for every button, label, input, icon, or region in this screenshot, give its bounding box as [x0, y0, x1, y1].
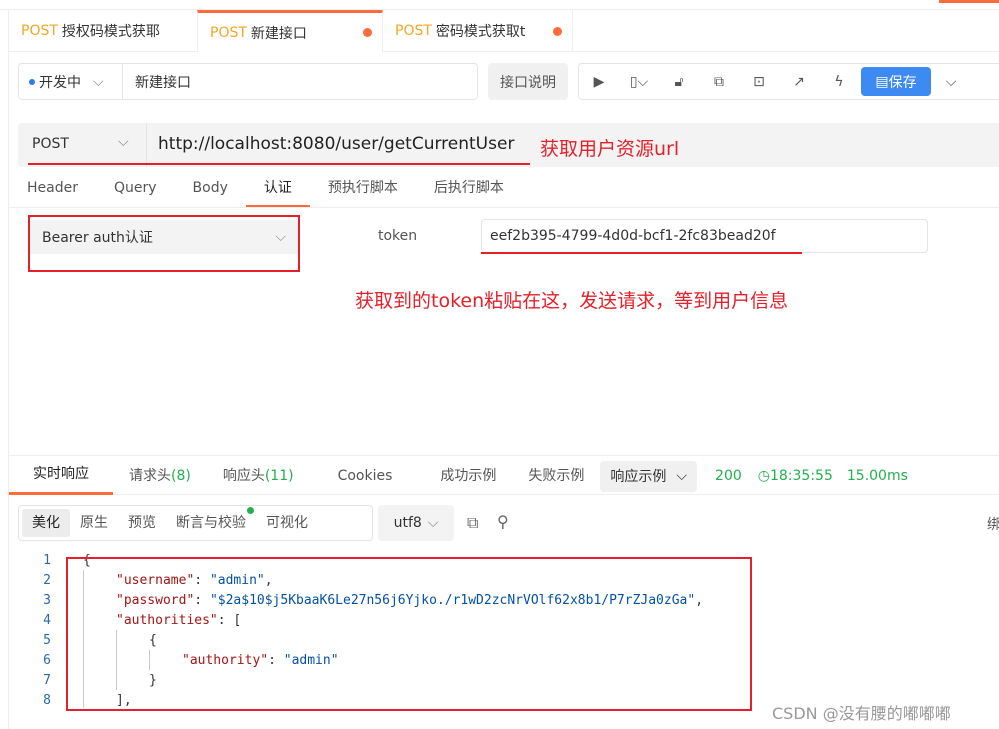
tab-title: 密码模式获取t [435, 24, 526, 40]
save-label: 保存 [888, 74, 917, 91]
chevron-down-icon[interactable]: ⌵ [931, 74, 971, 90]
chevron-down-icon: ⌵ [118, 134, 129, 150]
format-label: 断言与校验 [176, 515, 246, 531]
status-label: 开发中 [39, 74, 81, 91]
format-preview[interactable]: 预览 [118, 509, 166, 537]
line-number: 4 [43, 613, 51, 628]
tab-request-headers[interactable]: 请求头(8) [113, 459, 207, 494]
tab-method: POST [395, 23, 432, 39]
unsaved-dot-icon [363, 28, 372, 37]
api-doc-button[interactable]: 接口说明 [488, 63, 568, 100]
token-annotation: 获取到的token粘贴在这，发送请求，等到用户信息 [355, 290, 789, 312]
count-badge: (11) [264, 467, 294, 484]
save-icon: ▤ [875, 73, 889, 90]
toolbar: ▶ ▯⌵ 🔓︎ ⧉ ⊡ ↗ ϟ ▤ 保存 ⌵ [578, 63, 999, 100]
example-select[interactable]: 响应示例 ⌵ [600, 460, 698, 492]
status-dot-icon [247, 507, 254, 514]
format-assertions[interactable]: 断言与校验 [166, 507, 256, 537]
format-bar: 美化 原生 预览 断言与校验 可视化 [18, 505, 373, 541]
tab-new-api[interactable]: POST 新建接口 [197, 10, 383, 52]
chevron-down-icon: ⌵ [93, 73, 104, 90]
encoding-select[interactable]: utf8 ⌵ [378, 505, 454, 541]
tab-success-example[interactable]: 成功示例 [420, 459, 516, 494]
chevron-down-icon: ⌵ [427, 515, 439, 531]
tab-header[interactable]: Header [9, 172, 96, 207]
tab-response-headers[interactable]: 响应头(11) [207, 459, 310, 494]
url-annotation: 获取用户资源url [540, 138, 680, 160]
run-icon[interactable]: ▶ [579, 74, 619, 90]
tab-password-mode[interactable]: POST 密码模式获取t [383, 10, 573, 52]
search-icon[interactable]: ⚲ [497, 512, 509, 531]
format-pretty[interactable]: 美化 [22, 509, 70, 537]
method-select[interactable]: POST [32, 136, 69, 152]
api-name-bar: 开发中 ⌵ 新建接口 [18, 63, 478, 100]
truncated-button[interactable]: 绑 [987, 514, 999, 534]
token-label: token [378, 228, 418, 244]
format-raw[interactable]: 原生 [70, 509, 118, 537]
copy-icon[interactable]: ⧉ [699, 74, 739, 90]
url-input[interactable]: http://localhost:8080/user/getCurrentUse… [158, 134, 514, 154]
tab-method: POST [210, 24, 247, 41]
tab-bar: POST 授权码模式获耶 POST 新建接口 POST 密码模式获取t [9, 10, 999, 52]
share-icon[interactable]: ↗ [779, 74, 819, 90]
tab-title: 新建接口 [250, 25, 307, 42]
status-select[interactable]: 开发中 ⌵ [19, 64, 123, 99]
tab-post-script[interactable]: 后执行脚本 [416, 172, 522, 207]
status-code: 200 [715, 468, 742, 484]
response-duration: 15.00ms [846, 468, 908, 484]
unlock-icon[interactable]: 🔓︎ [659, 74, 699, 90]
count-badge: (8) [171, 467, 191, 484]
clock-icon: ◷ [757, 468, 770, 484]
divider [9, 455, 999, 456]
tab-live-response[interactable]: 实时响应 [9, 457, 113, 495]
annotation-box [66, 557, 752, 711]
request-tabs: Header Query Body 认证 预执行脚本 后执行脚本 [9, 172, 999, 208]
status-dot-icon [29, 78, 35, 85]
token-input[interactable]: eef2b395-4799-4d0d-bcf1-2fc83bead20f [481, 219, 928, 253]
copy-icon[interactable]: ⧉ [467, 513, 478, 533]
tab-pre-script[interactable]: 预执行脚本 [310, 172, 416, 207]
unsaved-dot-icon [553, 26, 562, 36]
auth-type-label: Bearer auth认证 [42, 230, 153, 246]
tab-title: 授权码模式获耶 [61, 24, 160, 40]
tab-method: POST [21, 23, 58, 39]
tab-auth-code[interactable]: POST 授权码模式获耶 [9, 10, 197, 52]
annotation-underline [481, 252, 802, 254]
flash-icon[interactable]: ϟ [819, 74, 859, 90]
annotation-underline [28, 163, 530, 165]
document-icon[interactable]: ▯⌵ [619, 74, 659, 90]
tab-fail-example[interactable]: 失败示例 [516, 459, 596, 494]
tab-cookies[interactable]: Cookies [310, 459, 421, 494]
line-number: 8 [43, 693, 51, 708]
line-number: 6 [43, 653, 51, 668]
save-button[interactable]: ▤ 保存 [861, 67, 931, 96]
tab-label: 响应头 [222, 467, 265, 484]
chevron-down-icon: ⌵ [275, 229, 286, 245]
watermark: CSDN @没有腰的嘟嘟嘟 [772, 704, 951, 723]
line-number: 5 [43, 633, 51, 648]
response-tabs: 实时响应 请求头(8) 响应头(11) Cookies 成功示例 失败示例 响应… [9, 458, 999, 495]
tab-query[interactable]: Query [96, 172, 175, 207]
line-number: 2 [43, 573, 51, 588]
api-name-input[interactable]: 新建接口 [123, 72, 191, 92]
tab-auth[interactable]: 认证 [245, 172, 310, 207]
tab-body[interactable]: Body [175, 172, 246, 207]
line-number: 3 [43, 593, 51, 608]
tab-label: 请求头 [129, 467, 171, 484]
line-number: 7 [43, 673, 51, 688]
code-icon[interactable]: ⊡ [739, 74, 779, 90]
format-visualize[interactable]: 可视化 [256, 509, 318, 537]
example-label: 响应示例 [610, 469, 667, 485]
auth-type-select[interactable]: Bearer auth认证 ⌵ [30, 220, 298, 254]
url-bar: POST ⌵ http://localhost:8080/user/getCur… [18, 123, 999, 167]
line-number: 1 [43, 553, 51, 568]
encoding-label: utf8 [393, 515, 422, 531]
chevron-down-icon: ⌵ [676, 468, 688, 484]
top-bar [0, 0, 999, 10]
response-time: 18:35:55 [769, 468, 833, 484]
